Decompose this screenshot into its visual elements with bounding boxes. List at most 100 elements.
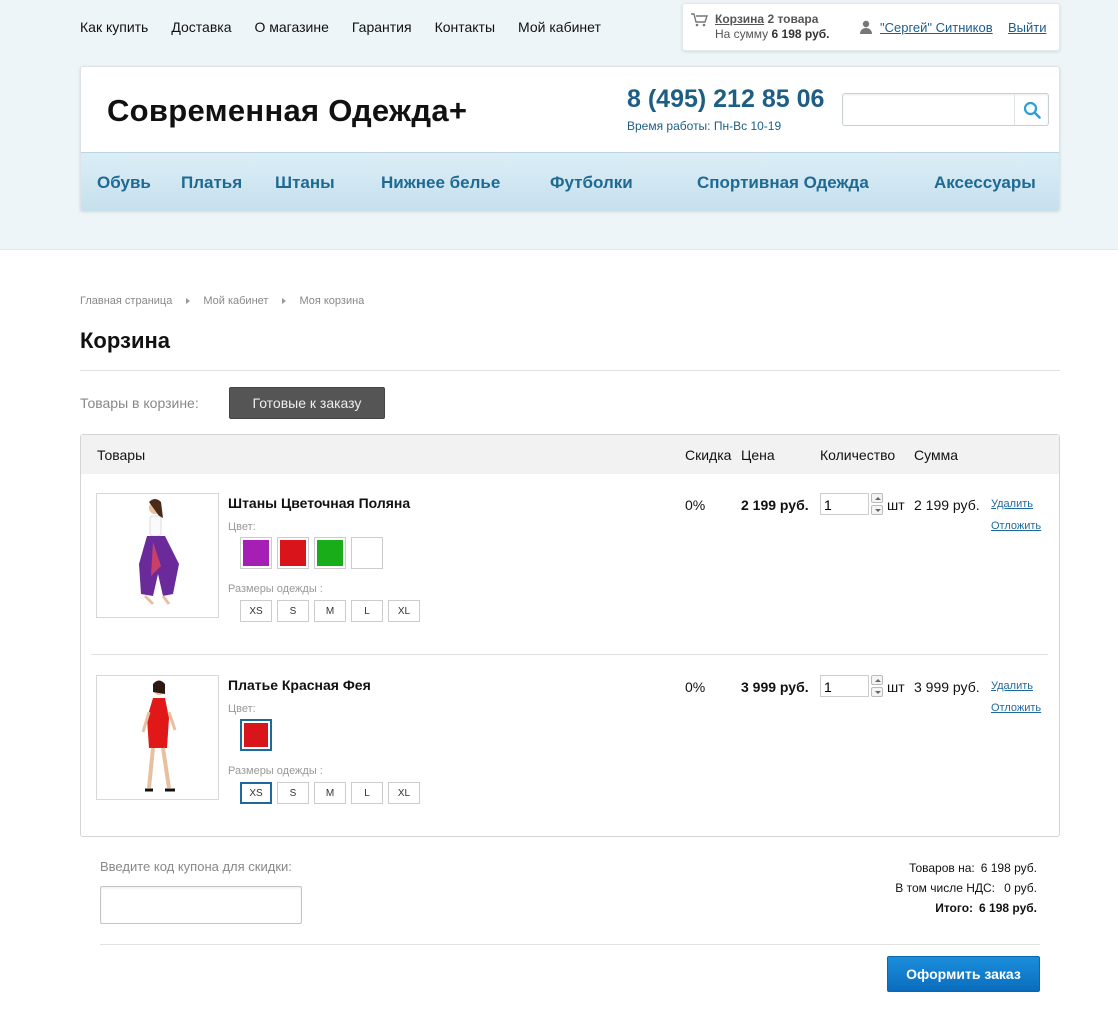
size-l[interactable]: L (351, 782, 383, 804)
size-options: XS S M L XL (240, 782, 420, 804)
header-quantity: Количество (820, 447, 896, 463)
totals-total-value: 6 198 руб. (979, 901, 1037, 915)
cart-link[interactable]: Корзина (715, 12, 764, 26)
topnav-my-account[interactable]: Мой кабинет (518, 19, 601, 35)
color-label: Цвет: (228, 703, 256, 715)
size-label: Размеры одежды : (228, 765, 323, 777)
cart-sum-value: 6 198 руб. (771, 27, 830, 41)
product-name[interactable]: Штаны Цветочная Поляна (228, 495, 410, 511)
item-sum: 2 199 руб. (914, 497, 980, 513)
user-profile-link[interactable]: "Сергей" Ситников (880, 20, 993, 35)
size-s[interactable]: S (277, 782, 309, 804)
size-xs[interactable]: XS (240, 782, 272, 804)
stepper-up-icon[interactable] (871, 493, 883, 503)
quantity-stepper[interactable] (871, 493, 883, 515)
product-image[interactable] (96, 675, 219, 800)
breadcrumb: Главная страница Мой кабинет Моя корзина (80, 295, 364, 307)
color-swatch-red[interactable] (240, 719, 272, 751)
size-s[interactable]: S (277, 600, 309, 622)
quantity-input[interactable]: 1 (820, 493, 869, 515)
category-sportswear[interactable]: Спортивная Одежда (697, 173, 869, 193)
size-m[interactable]: M (314, 600, 346, 622)
size-xl[interactable]: XL (388, 782, 420, 804)
item-divider (91, 654, 1048, 655)
header-goods: Товары (97, 447, 146, 463)
header-price: Цена (741, 447, 775, 463)
cart-sum: На сумму 6 198 руб. (715, 27, 830, 41)
divider (100, 944, 1040, 945)
product-photo-dress (141, 680, 177, 792)
breadcrumb-arrow-icon (282, 298, 287, 304)
breadcrumb-account[interactable]: Мой кабинет (203, 295, 268, 307)
category-navigation: Обувь Платья Штаны Нижнее белье Футболки… (81, 152, 1059, 211)
site-logo[interactable]: Современная Одежда+ (107, 93, 467, 129)
quantity-unit: шт (887, 679, 905, 695)
size-options: XS S M L XL (240, 600, 420, 622)
header-sum: Сумма (914, 447, 958, 463)
search-box (842, 93, 1049, 126)
cart-summary: Корзина 2 товара (715, 12, 818, 26)
quantity-unit: шт (887, 497, 905, 513)
size-xl[interactable]: XL (388, 600, 420, 622)
cart-table: Товары Скидка Цена Количество Сумма Штан… (80, 434, 1060, 837)
search-input[interactable] (845, 96, 1013, 123)
working-hours: Время работы: Пн-Вс 10-19 (627, 119, 782, 133)
color-swatch-purple[interactable] (240, 537, 272, 569)
color-swatches (240, 537, 383, 569)
page-title: Корзина (80, 328, 170, 353)
delete-item-link[interactable]: Удалить (991, 498, 1033, 510)
product-image[interactable] (96, 493, 219, 618)
stepper-down-icon[interactable] (871, 505, 883, 515)
color-swatch-green[interactable] (314, 537, 346, 569)
topnav-how-to-buy[interactable]: Как купить (80, 19, 148, 35)
item-price: 3 999 руб. (741, 679, 809, 695)
product-name[interactable]: Платье Красная Фея (228, 677, 371, 693)
topnav-delivery[interactable]: Доставка (171, 19, 231, 35)
divider (80, 370, 1060, 371)
color-swatch-red[interactable] (277, 537, 309, 569)
quantity-stepper[interactable] (871, 675, 883, 697)
size-xs[interactable]: XS (240, 600, 272, 622)
stepper-up-icon[interactable] (871, 675, 883, 685)
totals-vat-value: 0 руб. (1004, 881, 1037, 895)
phone-number: 8 (495) 212 85 06 (627, 85, 825, 113)
color-swatch-white[interactable] (351, 537, 383, 569)
breadcrumb-home[interactable]: Главная страница (80, 295, 172, 307)
totals-total-label: Итого: (935, 901, 974, 915)
stepper-down-icon[interactable] (871, 687, 883, 697)
cart-totals: Товаров на: 6 198 руб. В том числе НДС: 0 … (895, 861, 1037, 921)
topnav-about[interactable]: О магазине (254, 19, 328, 35)
totals-vat-row: В том числе НДС: 0 руб. (895, 881, 1037, 901)
category-underwear[interactable]: Нижнее белье (381, 173, 500, 193)
delete-item-link[interactable]: Удалить (991, 680, 1033, 692)
quantity-input[interactable]: 1 (820, 675, 869, 697)
category-tshirts[interactable]: Футболки (550, 173, 633, 193)
postpone-item-link[interactable]: Отложить (991, 520, 1041, 532)
search-icon (1023, 101, 1041, 119)
category-shoes[interactable]: Обувь (97, 173, 151, 193)
cart-table-header: Товары Скидка Цена Количество Сумма (81, 435, 1059, 474)
user-icon (860, 20, 872, 34)
user-cart-box: Корзина 2 товара На сумму 6 198 руб. "Се… (682, 3, 1060, 51)
size-l[interactable]: L (351, 600, 383, 622)
totals-goods-row: Товаров на: 6 198 руб. (895, 861, 1037, 881)
color-label: Цвет: (228, 521, 256, 533)
category-accessories[interactable]: Аксессуары (934, 173, 1036, 193)
checkout-button[interactable]: Оформить заказ (887, 956, 1040, 992)
logout-link[interactable]: Выйти (1008, 20, 1047, 35)
topnav-contacts[interactable]: Контакты (435, 19, 495, 35)
color-swatches (240, 719, 272, 751)
site-header: Современная Одежда+ 8 (495) 212 85 06 Вр… (80, 66, 1060, 211)
cart-item: Платье Красная Фея Цвет: Размеры одежды … (81, 675, 1059, 845)
category-dresses[interactable]: Платья (181, 173, 242, 193)
header-discount: Скидка (685, 447, 732, 463)
coupon-input[interactable] (100, 886, 302, 924)
category-pants[interactable]: Штаны (275, 173, 335, 193)
cart-count: 2 товара (767, 12, 819, 26)
totals-total-row: Итого: 6 198 руб. (895, 901, 1037, 921)
tab-ready-to-order[interactable]: Готовые к заказу (229, 387, 385, 419)
size-m[interactable]: M (314, 782, 346, 804)
topnav-warranty[interactable]: Гарантия (352, 19, 412, 35)
search-button[interactable] (1014, 94, 1048, 125)
postpone-item-link[interactable]: Отложить (991, 702, 1041, 714)
